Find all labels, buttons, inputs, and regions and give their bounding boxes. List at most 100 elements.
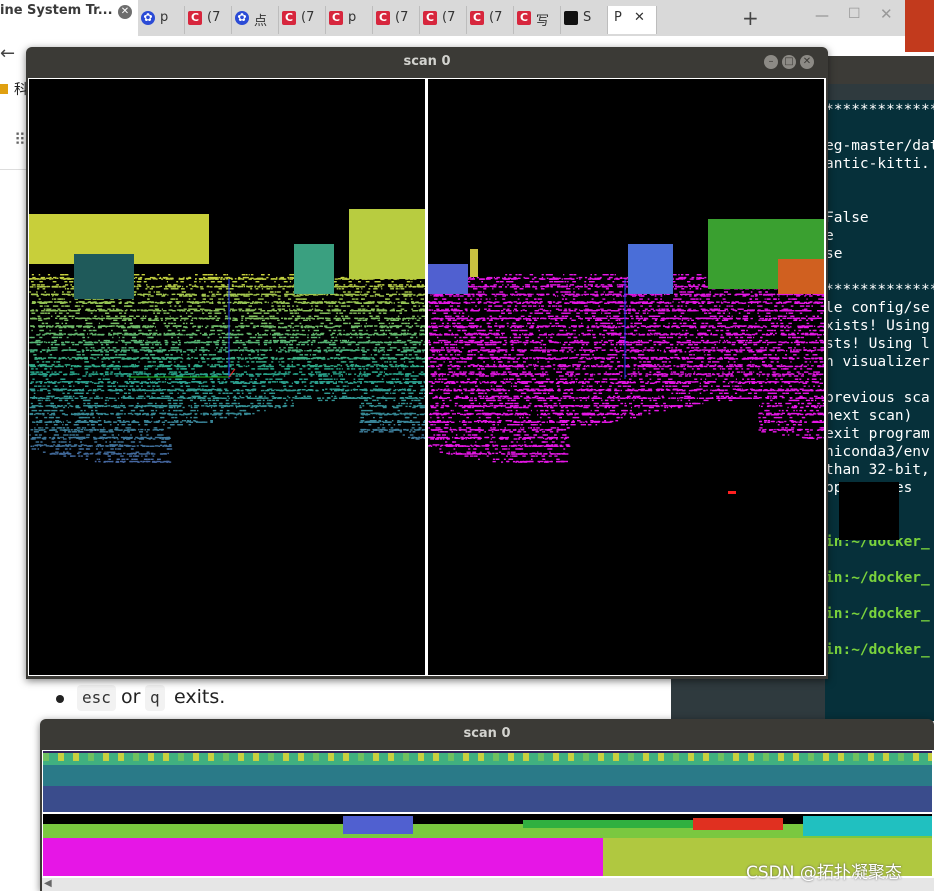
- point: [390, 325, 394, 327]
- point: [252, 341, 256, 344]
- new-tab-plus-icon[interactable]: +: [742, 8, 759, 28]
- point: [165, 277, 169, 279]
- point: [312, 308, 314, 310]
- point: [398, 284, 403, 286]
- maximize-icon[interactable]: □: [782, 55, 796, 69]
- point: [258, 336, 263, 339]
- point: [292, 326, 294, 329]
- point: [255, 334, 257, 336]
- browser-tab[interactable]: ✿ 点: [232, 6, 279, 34]
- browser-tab[interactable]: C写: [514, 6, 561, 34]
- minimize-icon[interactable]: —: [815, 8, 829, 24]
- point: [354, 317, 356, 319]
- point: [268, 322, 272, 325]
- browser-tab[interactable]: P ✕: [608, 6, 657, 34]
- point: [77, 343, 79, 346]
- browser-tab[interactable]: C (7: [420, 6, 467, 34]
- point: [133, 351, 138, 353]
- point: [286, 329, 290, 332]
- point: [109, 325, 112, 327]
- minimize-icon[interactable]: –: [764, 55, 778, 69]
- point: [48, 301, 53, 303]
- browser-tab[interactable]: C (7: [373, 6, 420, 34]
- point: [261, 334, 265, 336]
- maximize-icon[interactable]: ☐: [848, 6, 861, 22]
- point: [370, 354, 372, 356]
- point: [404, 298, 407, 300]
- point: [148, 293, 151, 296]
- point: [166, 312, 170, 314]
- point: [261, 322, 264, 325]
- close-icon[interactable]: ✕: [634, 10, 645, 25]
- point: [192, 285, 194, 288]
- tab-title: ine System Tr...: [0, 3, 113, 18]
- point: [287, 364, 290, 366]
- point: [201, 308, 205, 310]
- range-pointcloud-canvas: [29, 209, 425, 463]
- point: [180, 373, 182, 375]
- browser-tab[interactable]: ✿ p: [138, 6, 185, 34]
- point: [128, 373, 131, 375]
- close-icon[interactable]: ✕: [118, 5, 132, 19]
- grid-menu-icon[interactable]: ⠿: [14, 130, 26, 149]
- browser-tab[interactable]: C (7: [185, 6, 232, 34]
- point: [226, 334, 228, 336]
- close-icon[interactable]: ✕: [800, 55, 814, 69]
- browser-tab[interactable]: C (7: [279, 6, 326, 34]
- point: [287, 285, 290, 288]
- point: [176, 333, 180, 336]
- point: [235, 373, 238, 375]
- point: [321, 358, 326, 360]
- point: [217, 317, 220, 319]
- point: [418, 351, 422, 353]
- point: [197, 305, 201, 307]
- point: [108, 358, 111, 360]
- point: [348, 373, 352, 375]
- point: [236, 329, 240, 332]
- browser-tab[interactable]: C (7: [467, 6, 514, 34]
- point: [77, 310, 80, 312]
- point: [382, 334, 385, 336]
- point: [62, 285, 65, 287]
- point: [318, 317, 322, 319]
- point: [392, 293, 395, 296]
- point: [250, 288, 253, 290]
- point: [42, 276, 46, 279]
- browser-tab[interactable]: Cp: [326, 6, 373, 34]
- point: [93, 326, 95, 329]
- point: [259, 284, 264, 286]
- point: [279, 336, 281, 339]
- point: [261, 293, 266, 295]
- point: [63, 373, 67, 376]
- browser-tab-active-first[interactable]: ine System Tr... ✕: [0, 0, 138, 36]
- point: [330, 322, 332, 325]
- close-icon[interactable]: ✕: [880, 5, 893, 23]
- browser-tab[interactable]: S: [561, 6, 608, 34]
- point: [43, 308, 46, 310]
- point: [111, 349, 114, 351]
- point: [239, 325, 244, 327]
- point: [145, 343, 149, 346]
- point: [347, 317, 350, 319]
- point: [412, 315, 415, 317]
- point: [418, 343, 421, 346]
- range-pointcloud-view[interactable]: [29, 79, 425, 675]
- point: [217, 308, 221, 310]
- point: [297, 309, 302, 311]
- point: [194, 281, 197, 283]
- point: [172, 334, 176, 336]
- point: [246, 361, 250, 363]
- point: [382, 357, 385, 359]
- scan-viewer-window-3d[interactable]: scan 0 – □ ✕: [26, 47, 828, 679]
- back-arrow-icon[interactable]: ←: [0, 43, 15, 64]
- point: [63, 298, 65, 300]
- point: [35, 371, 38, 373]
- point: [385, 329, 388, 332]
- point: [117, 368, 120, 370]
- point: [340, 277, 342, 279]
- point: [69, 334, 72, 336]
- point: [306, 294, 309, 296]
- point: [74, 365, 77, 368]
- point: [265, 293, 269, 295]
